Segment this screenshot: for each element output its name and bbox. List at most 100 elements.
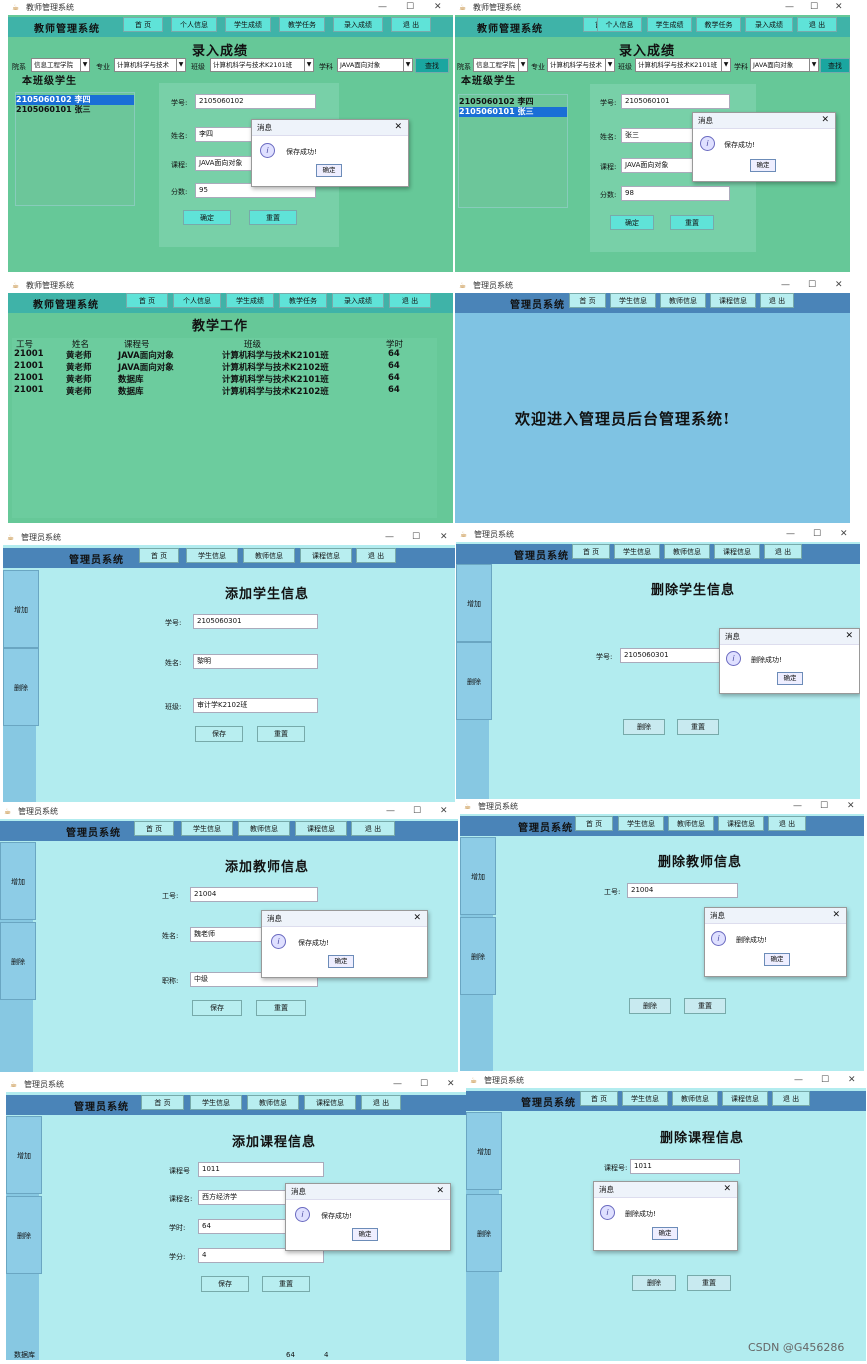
chevron-down-icon[interactable]: ▼	[721, 58, 731, 72]
reset-button[interactable]: 重置	[256, 1000, 306, 1016]
minimize-icon[interactable]: —	[378, 0, 387, 15]
teacher-id-field[interactable]: 21004	[190, 887, 318, 902]
nav-enter-grades[interactable]: 录入成绩	[333, 17, 383, 32]
side-delete-button[interactable]: 删除	[6, 1196, 42, 1274]
student-list[interactable]: 2105060102 李四 2105060101 张三	[458, 94, 568, 208]
close-icon[interactable]: ✕	[832, 908, 840, 923]
close-icon[interactable]: ✕	[835, 0, 843, 15]
ok-button[interactable]: 确定	[652, 1227, 678, 1240]
nav-course-info[interactable]: 课程信息	[300, 548, 352, 563]
confirm-button[interactable]: 确定	[610, 215, 654, 230]
close-icon[interactable]: ✕	[840, 527, 848, 542]
student-id-field[interactable]: 2105060301	[193, 614, 318, 629]
minimize-icon[interactable]: —	[793, 799, 802, 814]
nav-profile[interactable]: 个人信息	[597, 17, 642, 32]
close-icon[interactable]: ✕	[848, 1073, 856, 1088]
close-icon[interactable]: ✕	[835, 278, 843, 293]
maximize-icon[interactable]: ☐	[413, 804, 421, 819]
chevron-down-icon[interactable]: ▼	[304, 58, 314, 72]
ok-button[interactable]: 确定	[316, 164, 342, 177]
ok-button[interactable]: 确定	[328, 955, 354, 968]
ok-button[interactable]: 确定	[777, 672, 803, 685]
subject-select[interactable]: JAVA面向对象	[750, 58, 818, 72]
minimize-icon[interactable]: —	[785, 0, 794, 15]
list-item[interactable]: 2105060102 李四	[16, 95, 134, 105]
close-icon[interactable]: ✕	[845, 629, 853, 644]
student-list[interactable]: 2105060102 李四 2105060101 张三	[15, 92, 135, 206]
nav-teacher-info[interactable]: 教师信息	[238, 821, 290, 836]
maximize-icon[interactable]: ☐	[420, 1077, 428, 1092]
nav-teacher-info[interactable]: 教师信息	[668, 816, 714, 831]
reset-button[interactable]: 重置	[249, 210, 297, 225]
nav-student-info[interactable]: 学生信息	[610, 293, 656, 308]
teacher-id-field[interactable]: 21004	[627, 883, 738, 898]
nav-logout[interactable]: 退 出	[797, 17, 837, 32]
side-delete-button[interactable]: 删除	[460, 917, 496, 995]
reset-button[interactable]: 重置	[262, 1276, 310, 1292]
nav-home[interactable]: 首 页	[141, 1095, 184, 1110]
maximize-icon[interactable]: ☐	[810, 0, 818, 15]
student-id-field[interactable]: 2105060102	[195, 94, 316, 109]
search-button[interactable]: 查找	[415, 58, 449, 73]
nav-logout[interactable]: 退 出	[351, 821, 395, 836]
nav-profile[interactable]: 个人信息	[173, 293, 221, 308]
save-button[interactable]: 保存	[195, 726, 243, 742]
delete-button[interactable]: 删除	[632, 1275, 676, 1291]
save-button[interactable]: 保存	[201, 1276, 249, 1292]
nav-student-info[interactable]: 学生信息	[190, 1095, 242, 1110]
nav-course-info[interactable]: 课程信息	[718, 816, 764, 831]
course-id-field[interactable]: 1011	[630, 1159, 740, 1174]
chevron-down-icon[interactable]: ▼	[518, 58, 528, 72]
nav-profile[interactable]: 个人信息	[171, 17, 217, 32]
name-field[interactable]: 黎明	[193, 654, 318, 669]
maximize-icon[interactable]: ☐	[821, 1073, 829, 1088]
close-icon[interactable]: ✕	[394, 120, 402, 135]
confirm-button[interactable]: 确定	[183, 210, 231, 225]
side-add-button[interactable]: 增加	[3, 570, 39, 648]
nav-home[interactable]: 首 页	[572, 544, 610, 559]
nav-enter-grades[interactable]: 录入成绩	[745, 17, 793, 32]
minimize-icon[interactable]: —	[385, 530, 394, 545]
delete-button[interactable]: 删除	[623, 719, 665, 735]
nav-course-info[interactable]: 课程信息	[295, 821, 347, 836]
nav-home[interactable]: 首 页	[139, 548, 179, 563]
delete-button[interactable]: 删除	[629, 998, 671, 1014]
side-delete-button[interactable]: 删除	[466, 1194, 502, 1272]
search-button[interactable]: 查找	[820, 58, 850, 73]
reset-button[interactable]: 重置	[257, 726, 305, 742]
nav-logout[interactable]: 退 出	[764, 544, 802, 559]
close-icon[interactable]: ✕	[440, 530, 448, 545]
maximize-icon[interactable]: ☐	[820, 799, 828, 814]
minimize-icon[interactable]: —	[781, 278, 790, 293]
maximize-icon[interactable]: ☐	[813, 527, 821, 542]
nav-logout[interactable]: 退 出	[389, 293, 431, 308]
nav-teacher-info[interactable]: 教师信息	[672, 1091, 718, 1106]
side-add-button[interactable]: 增加	[460, 837, 496, 915]
nav-student-grades[interactable]: 学生成绩	[647, 17, 692, 32]
minimize-icon[interactable]: —	[386, 804, 395, 819]
nav-student-grades[interactable]: 学生成绩	[225, 17, 271, 32]
major-select[interactable]: 计算机科学与技术	[547, 58, 614, 72]
nav-teaching-tasks[interactable]: 教学任务	[279, 293, 327, 308]
nav-logout[interactable]: 退 出	[768, 816, 806, 831]
nav-student-grades[interactable]: 学生成绩	[226, 293, 274, 308]
nav-logout[interactable]: 退 出	[356, 548, 396, 563]
close-icon[interactable]: ✕	[436, 1184, 444, 1199]
class-field[interactable]: 审计学K2102班	[193, 698, 318, 713]
chevron-down-icon[interactable]: ▼	[403, 58, 413, 72]
nav-teacher-info[interactable]: 教师信息	[660, 293, 706, 308]
reset-button[interactable]: 重置	[684, 998, 726, 1014]
score-field[interactable]: 98	[621, 186, 730, 201]
close-icon[interactable]: ✕	[723, 1182, 731, 1197]
nav-home[interactable]: 首 页	[569, 293, 606, 308]
nav-student-info[interactable]: 学生信息	[618, 816, 664, 831]
close-icon[interactable]: ✕	[440, 804, 448, 819]
chevron-down-icon[interactable]: ▼	[176, 58, 186, 72]
side-delete-button[interactable]: 删除	[3, 648, 39, 726]
side-add-button[interactable]: 增加	[6, 1116, 42, 1194]
nav-home[interactable]: 首 页	[126, 293, 168, 308]
nav-home[interactable]: 首 页	[575, 816, 613, 831]
side-add-button[interactable]: 增加	[456, 564, 492, 642]
minimize-icon[interactable]: —	[786, 527, 795, 542]
nav-teaching-tasks[interactable]: 教学任务	[279, 17, 325, 32]
